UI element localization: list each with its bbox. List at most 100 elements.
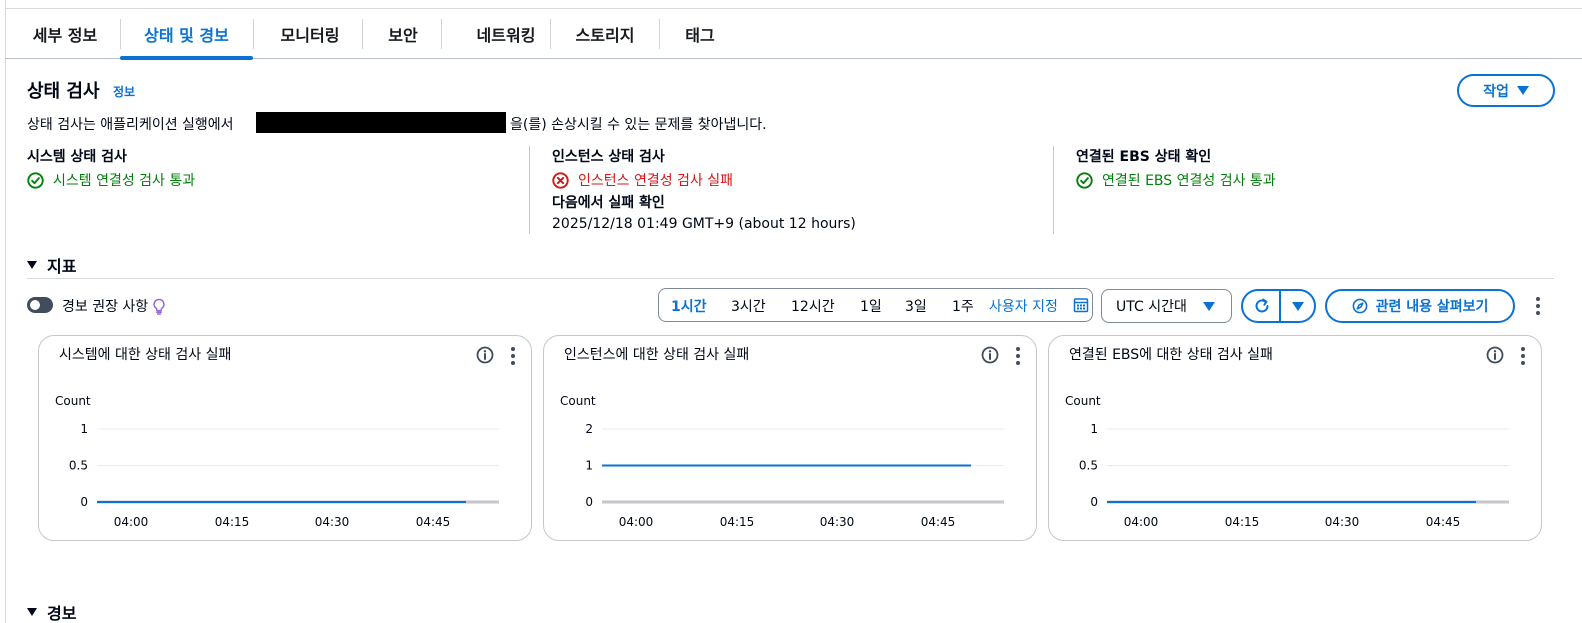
chart-card-instance: Count 2 1 0 04:00 04:15 04:30 04:45 인스턴스에 대한 상태…	[543, 335, 1037, 541]
refresh-button-group	[1241, 289, 1316, 323]
check-status: 시스템 연결성 검사 통과	[27, 170, 195, 190]
time-range-1h[interactable]: 1시간	[671, 296, 707, 316]
time-range-custom[interactable]: 사용자 지정	[989, 296, 1058, 316]
more-options-icon[interactable]	[1015, 347, 1021, 365]
x-tick-label: 04:45	[921, 515, 956, 529]
alarm-recommendations-toggle[interactable]	[27, 297, 53, 313]
check-label: 시스템 상태 검사	[27, 149, 127, 165]
failure-detected-label: 다음에서 실패 확인	[552, 195, 665, 211]
x-tick-label: 04:00	[619, 515, 654, 529]
tab-bar: 세부 정보 상태 및 경보 모니터링 보안 네트워킹 스토리지 태그	[5, 9, 1582, 60]
actions-button-label: 작업	[1483, 83, 1509, 100]
more-options-icon[interactable]	[1535, 297, 1541, 315]
y-tick-label: 1	[585, 459, 593, 473]
more-options-icon[interactable]	[510, 347, 516, 365]
redacted-instance-id	[256, 112, 506, 133]
tab-status-alarms[interactable]: 상태 및 경보	[120, 9, 253, 60]
refresh-interval-dropdown[interactable]	[1281, 291, 1314, 321]
tab-details[interactable]: 세부 정보	[19, 9, 111, 59]
x-tick-label: 04:00	[1124, 515, 1159, 529]
x-tick-label: 04:30	[820, 515, 855, 529]
instance-status-check: 인스턴스 상태 검사 인스턴스 연결성 검사 실패 다음에서 실패 확인 202…	[552, 146, 856, 234]
x-tick-label: 04:15	[720, 515, 755, 529]
check-label: 연결된 EBS 상태 확인	[1076, 149, 1212, 165]
caret-down-icon	[27, 608, 37, 616]
time-range-12h[interactable]: 12시간	[791, 296, 835, 316]
page-left-border	[5, 0, 6, 623]
column-divider	[529, 146, 530, 234]
x-tick-label: 04:45	[416, 515, 451, 529]
system-status-check: 시스템 상태 검사 시스템 연결성 검사 통과	[27, 146, 195, 234]
tab-monitoring[interactable]: 모니터링	[263, 9, 357, 59]
more-options-icon[interactable]	[1520, 347, 1526, 365]
ebs-status-check: 연결된 EBS 상태 확인 연결된 EBS 연결성 검사 통과	[1076, 146, 1276, 234]
timezone-select[interactable]: UTC 시간대	[1101, 289, 1232, 323]
tab-divider	[253, 19, 254, 49]
chart-card-system: Count 1 0.5 0 04:00 04:15 04:30 04:45 시스템에 대한 상…	[38, 335, 532, 541]
chart-title: 인스턴스에 대한 상태 검사 실패	[564, 347, 750, 363]
timezone-value: UTC 시간대	[1116, 299, 1187, 315]
x-tick-label: 04:45	[1426, 515, 1461, 529]
y-axis-label: Count	[560, 394, 596, 408]
info-icon[interactable]	[476, 346, 494, 364]
info-link[interactable]: 정보	[113, 83, 135, 100]
metrics-section-toggle[interactable]: 지표	[27, 253, 76, 277]
time-range-3d[interactable]: 3일	[905, 296, 927, 316]
tab-divider	[362, 19, 363, 49]
caret-down-icon	[1516, 86, 1529, 95]
caret-down-icon	[1203, 301, 1215, 311]
info-icon[interactable]	[1486, 346, 1504, 364]
tab-divider	[550, 19, 551, 49]
error-circle-icon	[552, 171, 569, 189]
x-tick-label: 04:30	[1325, 515, 1360, 529]
chart-ebs-status-failed: Count 1 0.5 0 04:00 04:15 04:30 04:45	[1065, 394, 1509, 529]
tab-divider	[441, 19, 442, 49]
time-range-1d[interactable]: 1일	[860, 296, 882, 316]
x-tick-label: 04:30	[315, 515, 350, 529]
tab-tags[interactable]: 태그	[669, 9, 731, 59]
tab-security[interactable]: 보안	[370, 9, 436, 59]
health-checks-title: 상태 검사	[27, 81, 100, 102]
alarm-recommendations-label: 경보 권장 사항	[62, 296, 166, 316]
chart-system-status-failed: Count 1 0.5 0 04:00 04:15 04:30 04:45	[55, 394, 499, 529]
explore-related-button[interactable]: 관련 내용 살펴보기	[1325, 289, 1515, 323]
tab-divider	[659, 19, 660, 49]
y-axis-label: Count	[1065, 394, 1101, 408]
check-status: 인스턴스 연결성 검사 실패	[552, 170, 856, 190]
x-tick-label: 04:15	[215, 515, 250, 529]
y-tick-label: 0	[585, 495, 593, 509]
chart-instance-status-failed: Count 2 1 0 04:00 04:15 04:30 04:45	[560, 394, 1004, 529]
time-range-selector: 1시간 3시간 12시간 1일 3일 1주 사용자 지정	[658, 288, 1093, 322]
column-divider	[1053, 146, 1054, 234]
y-tick-label: 0	[1090, 495, 1098, 509]
tab-networking[interactable]: 네트워킹	[453, 9, 559, 59]
metrics-divider	[27, 278, 1554, 279]
refresh-button[interactable]	[1243, 291, 1280, 321]
check-status-text: 인스턴스 연결성 검사 실패	[578, 173, 734, 189]
check-status: 연결된 EBS 연결성 검사 통과	[1076, 170, 1276, 190]
chart-title: 시스템에 대한 상태 검사 실패	[59, 347, 232, 363]
chart-card-ebs: Count 1 0.5 0 04:00 04:15 04:30 04:45 연결된 EBS에 …	[1048, 335, 1542, 541]
alarms-title: 경보	[47, 604, 77, 623]
time-range-1w[interactable]: 1주	[952, 296, 974, 316]
check-status-text: 시스템 연결성 검사 통과	[53, 173, 196, 189]
y-tick-label: 0	[80, 495, 88, 509]
explore-related-label: 관련 내용 살펴보기	[1375, 299, 1489, 315]
actions-button[interactable]: 작업	[1457, 74, 1555, 107]
compass-icon	[1352, 298, 1367, 314]
check-circle-icon	[27, 171, 44, 189]
time-range-3h[interactable]: 3시간	[731, 296, 766, 316]
y-tick-label: 1	[80, 422, 88, 436]
y-tick-label: 0.5	[1079, 459, 1098, 473]
health-description: 상태 검사는 애플리케이션 실행에서	[27, 117, 234, 133]
y-tick-label: 0.5	[69, 459, 88, 473]
lightbulb-icon	[153, 298, 165, 315]
info-icon[interactable]	[981, 346, 999, 364]
y-tick-label: 2	[585, 422, 593, 436]
check-status-text: 연결된 EBS 연결성 검사 통과	[1102, 173, 1276, 189]
x-tick-label: 04:15	[1225, 515, 1260, 529]
calendar-icon[interactable]	[1073, 297, 1089, 313]
y-tick-label: 1	[1090, 422, 1098, 436]
tab-storage[interactable]: 스토리지	[560, 9, 650, 59]
alarms-section-toggle[interactable]: 경보	[27, 600, 76, 623]
